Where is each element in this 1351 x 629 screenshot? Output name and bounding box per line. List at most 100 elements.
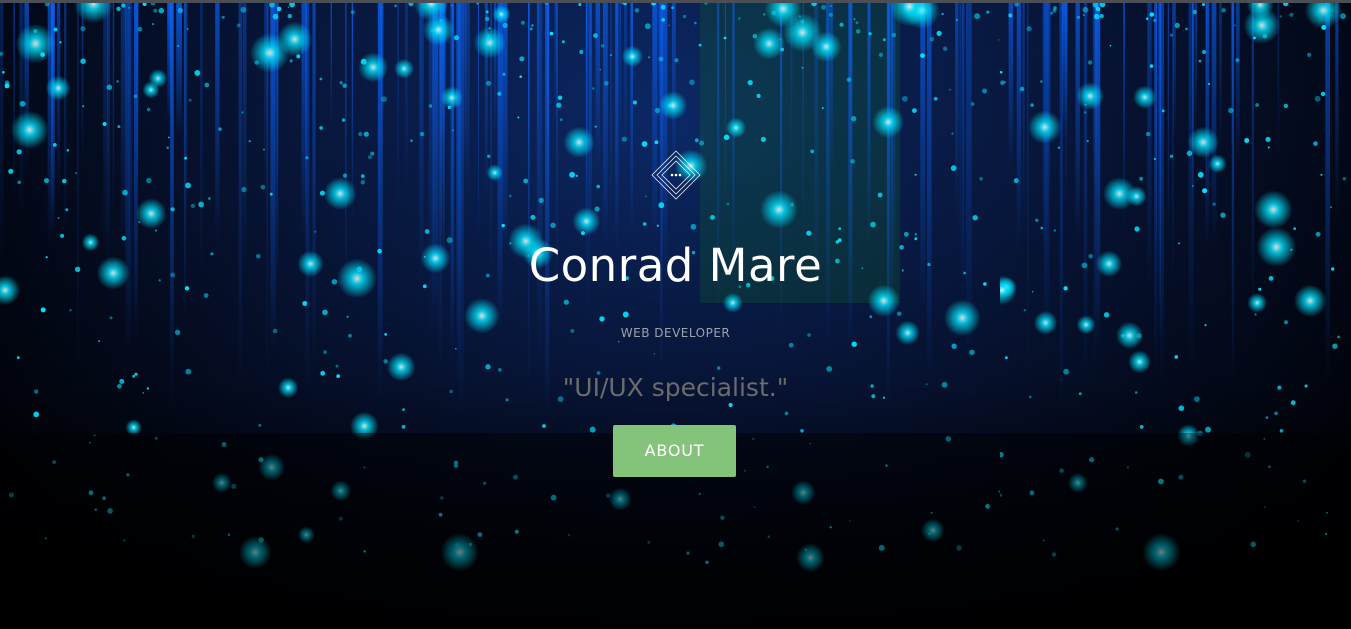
about-button[interactable]: ABOUT (613, 425, 736, 477)
light-particle (722, 292, 743, 313)
light-particle (723, 134, 730, 141)
light-particle (350, 10, 355, 15)
light-particle (912, 108, 917, 113)
light-particle (473, 26, 506, 59)
light-particle (166, 146, 169, 149)
light-particle (738, 17, 741, 20)
light-particle (907, 10, 911, 14)
light-particle (177, 44, 180, 48)
light-particle (1040, 80, 1043, 83)
light-particle (1307, 52, 1312, 58)
light-streak (215, 3, 220, 241)
light-particle (604, 81, 609, 86)
light-particle (236, 23, 241, 28)
light-particle (660, 4, 666, 10)
light-particle (929, 37, 935, 42)
light-particle (57, 217, 60, 219)
light-streak (404, 3, 408, 190)
light-particle (370, 151, 375, 156)
light-particle (517, 116, 520, 119)
light-particle (33, 29, 38, 34)
light-particle (955, 18, 959, 21)
light-particle (1149, 64, 1154, 68)
light-particle (53, 27, 58, 32)
light-particle (851, 341, 857, 347)
light-particle (762, 13, 766, 16)
light-particle (1076, 15, 1080, 19)
light-particle (492, 5, 511, 24)
light-particle (644, 23, 651, 30)
light-streak (103, 3, 108, 259)
light-streak (545, 3, 550, 420)
light-particle (1212, 202, 1216, 206)
light-particle (368, 155, 372, 160)
light-particle (272, 13, 279, 20)
light-particle (520, 20, 526, 25)
light-particle (617, 340, 620, 343)
light-particle (694, 138, 699, 143)
light-particle (82, 105, 85, 108)
light-particle (287, 6, 290, 8)
light-streak (312, 3, 316, 368)
light-particle (277, 21, 313, 57)
light-particle (572, 207, 601, 236)
light-particle (914, 173, 917, 176)
light-particle (1265, 136, 1271, 142)
light-particle (690, 223, 697, 230)
light-streak (955, 3, 959, 220)
light-particle (185, 182, 191, 189)
light-particle (891, 32, 897, 38)
light-particle (1008, 13, 1013, 18)
light-particle (1283, 103, 1289, 109)
light-particle (853, 18, 856, 20)
light-particle (855, 21, 859, 25)
light-streak (1008, 3, 1014, 169)
light-particle (116, 6, 121, 11)
light-particle (1262, 33, 1268, 39)
light-particle (596, 184, 600, 189)
light-streak (672, 3, 676, 170)
light-particle (903, 231, 909, 237)
light-streak (1094, 3, 1101, 353)
light-particle (1174, 22, 1180, 28)
light-particle (1134, 226, 1140, 232)
light-particle (658, 56, 664, 62)
light-particle (194, 70, 201, 76)
light-particle (801, 66, 804, 69)
light-particle (137, 27, 143, 32)
light-particle (410, 139, 413, 142)
light-particle (550, 222, 556, 229)
light-particle (1253, 36, 1256, 40)
light-particle (621, 136, 627, 142)
light-particle (1315, 231, 1321, 237)
light-streak (867, 3, 871, 247)
light-particle (401, 425, 406, 429)
light-particle (424, 229, 430, 234)
light-streak (595, 3, 600, 166)
light-streak (959, 3, 961, 277)
light-particle (1293, 227, 1297, 231)
light-particle (1053, 229, 1056, 232)
hero-role: WEB DEVELOPER (620, 326, 731, 340)
light-streak (1167, 3, 1169, 247)
light-particle (1139, 176, 1143, 181)
light-particle (1254, 313, 1257, 316)
light-streak (1219, 3, 1222, 149)
light-particle (59, 41, 62, 44)
light-particle (322, 309, 328, 316)
light-particle (1185, 27, 1188, 31)
light-particle (4, 83, 10, 89)
light-particle (358, 132, 363, 137)
light-particle (440, 86, 464, 110)
light-particle (450, 4, 453, 7)
light-particle (260, 184, 266, 190)
light-particle (358, 52, 389, 83)
light-particle (152, 23, 155, 26)
light-particle (725, 117, 747, 138)
light-streak (528, 3, 530, 406)
light-particle (381, 96, 387, 103)
light-particle (269, 192, 273, 196)
light-particle (487, 154, 491, 158)
light-particle (502, 72, 506, 76)
light-particle (60, 233, 65, 238)
